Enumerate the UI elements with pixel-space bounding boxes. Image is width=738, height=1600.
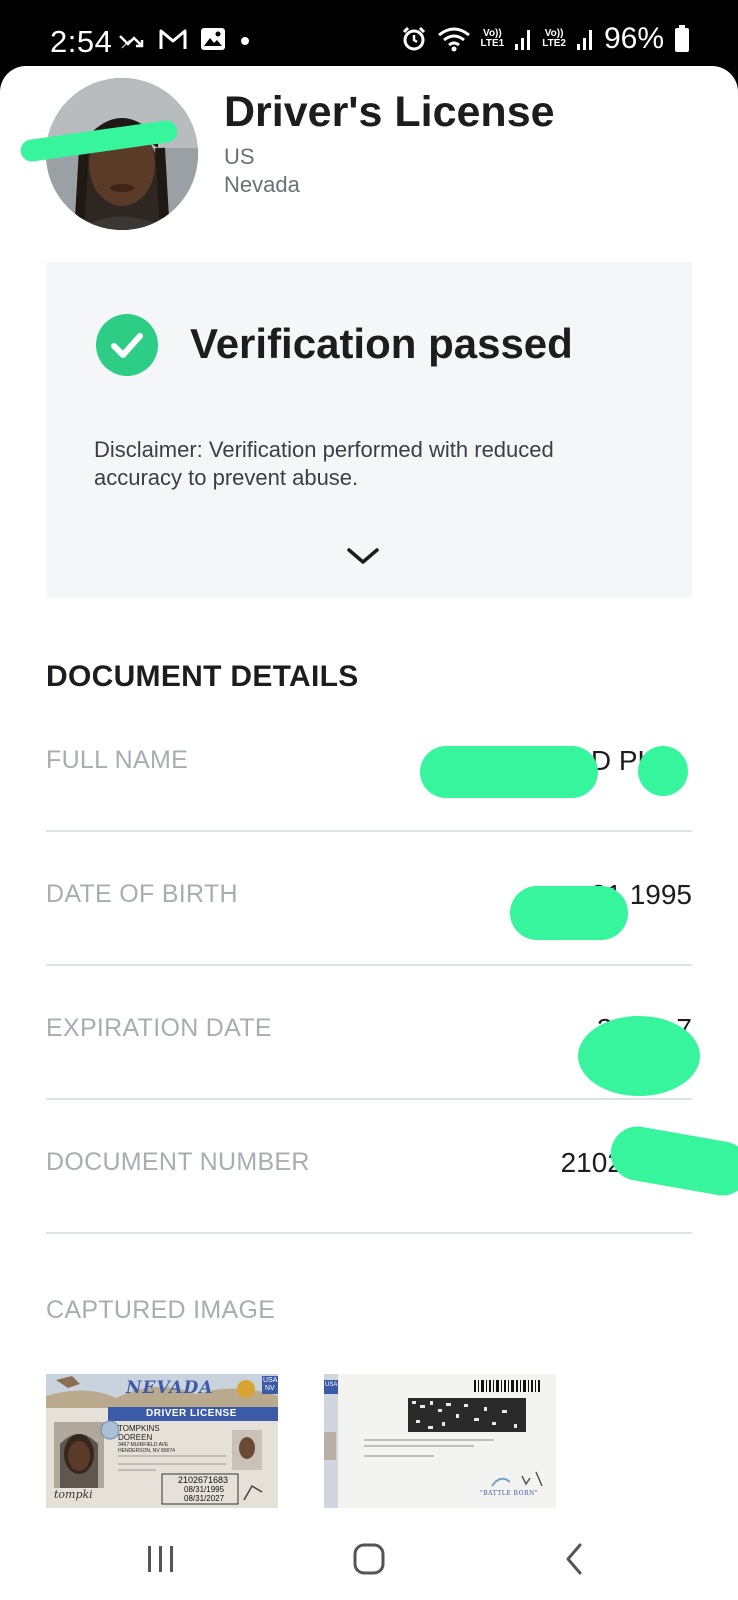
- redaction-mark: [510, 886, 628, 940]
- notification-icons: [118, 26, 252, 52]
- license-banner: DRIVER LICENSE: [146, 1408, 237, 1419]
- signal-bars-2-icon: [576, 30, 592, 50]
- verification-status: Verification passed: [190, 320, 573, 367]
- lte2-label: LTE2: [542, 38, 566, 49]
- verification-card[interactable]: Verification passed Disclaimer: Verifica…: [46, 262, 692, 598]
- battery-icon: [675, 25, 689, 52]
- signal-1-icon: Vo)) LTE1: [481, 29, 505, 49]
- result-sheet: Driver's License US Nevada Verification …: [0, 66, 738, 1600]
- license-dl-number: 2102671683: [178, 1475, 229, 1485]
- recent-apps-icon[interactable]: [144, 1544, 178, 1574]
- signal-2-icon: Vo)) LTE2: [542, 29, 566, 49]
- status-time: 2:54: [50, 24, 113, 59]
- section-title-document-details: DOCUMENT DETAILS: [46, 660, 359, 693]
- redaction-mark: [420, 746, 598, 798]
- missed-call-icon: [119, 35, 144, 49]
- disclaimer-text: Disclaimer: Verification performed with …: [94, 437, 554, 490]
- redaction-mark: [578, 1016, 700, 1096]
- license-back-image[interactable]: USA "BATTLE BORN": [324, 1374, 556, 1508]
- battery-percent: 96%: [603, 22, 664, 55]
- license-signature: tompki: [54, 1488, 93, 1501]
- lte1-label: LTE1: [480, 38, 505, 49]
- license-state: NEVADA: [126, 1378, 214, 1398]
- gmail-icon: [159, 29, 187, 49]
- page-title: Driver's License: [224, 88, 555, 136]
- detail-row-document-number: DOCUMENT NUMBER 210267: [46, 1100, 692, 1234]
- signal-bars-1-icon: [515, 30, 531, 50]
- row-label: DATE OF BIRTH: [46, 880, 238, 908]
- license-address-2: HENDERSON, NV 89074: [118, 1448, 175, 1454]
- status-bar: 2:54 Vo)) LTE1 Vo)) LTE2 96%: [0, 0, 738, 70]
- back-icon[interactable]: [562, 1542, 586, 1576]
- license-nv: NV: [265, 1385, 275, 1392]
- system-navigation-bar: [0, 1510, 738, 1600]
- row-label: DOCUMENT NUMBER: [46, 1148, 310, 1176]
- check-icon: [96, 314, 158, 376]
- license-last-name: TOMPKINS: [118, 1424, 160, 1433]
- license-usa: USA: [263, 1377, 278, 1384]
- wifi-icon: [437, 27, 470, 52]
- state-label: Nevada: [224, 172, 300, 197]
- license-dob: 08/31/1995: [184, 1485, 225, 1494]
- license-front-image[interactable]: NEVADA USA NV DRIVER LICENSE TOMPKINS DO…: [46, 1374, 278, 1508]
- captured-image-label: CAPTURED IMAGE: [46, 1296, 276, 1324]
- redaction-mark: [638, 746, 688, 796]
- alarm-icon: [402, 26, 425, 51]
- license-first-name: DOREEN: [118, 1433, 153, 1442]
- home-icon[interactable]: [352, 1542, 386, 1576]
- license-exp: 08/31/2027: [184, 1494, 225, 1503]
- country-label: US: [224, 144, 255, 169]
- license-back-art: [324, 1374, 556, 1508]
- license-back-footer: "BATTLE BORN": [480, 1490, 539, 1497]
- dot-icon: [241, 37, 249, 45]
- row-label: FULL NAME: [46, 746, 189, 774]
- system-icons: Vo)) LTE1 Vo)) LTE2 96%: [401, 22, 690, 56]
- license-back-usa: USA: [325, 1382, 338, 1388]
- photo-icon: [201, 28, 225, 50]
- chevron-down-icon[interactable]: [344, 544, 382, 568]
- row-label: EXPIRATION DATE: [46, 1014, 272, 1042]
